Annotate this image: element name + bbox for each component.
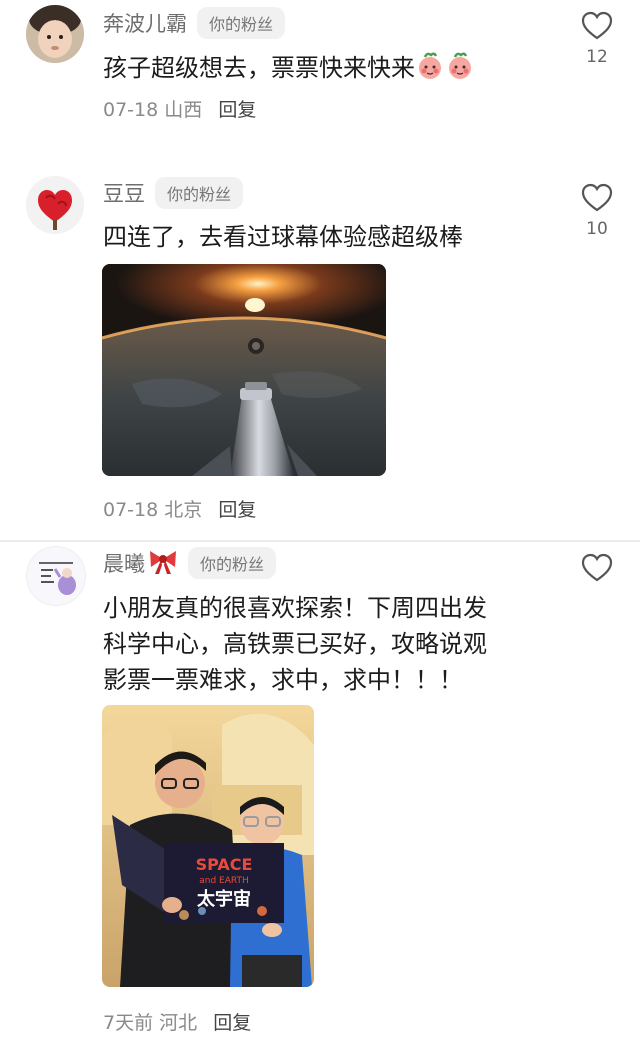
comment-text: 小朋友真的很喜欢探索！下周四出发 科学中心，高铁票已买好，攻略说观 影票一票难求… <box>103 590 487 698</box>
book-title: SPACE <box>196 855 253 874</box>
username[interactable]: 奔波儿霸 <box>103 8 187 38</box>
avatar[interactable] <box>26 5 84 63</box>
like-count: 10 <box>586 219 608 239</box>
reply-button[interactable]: 回复 <box>218 499 256 521</box>
heart-icon <box>581 553 613 582</box>
peach-face-emoji <box>415 52 445 90</box>
comment-text-line: 影票一票难求，求中，求中！！！ <box>103 666 463 694</box>
red-bow-emoji <box>148 547 178 579</box>
comment-date: 7天前 <box>103 1012 154 1034</box>
avatar[interactable] <box>26 176 84 234</box>
peach-face-emoji <box>445 52 475 90</box>
fan-badge: 你的粉丝 <box>155 177 244 209</box>
comment-date: 07-18 <box>103 499 159 521</box>
comment-date: 07-18 <box>103 99 159 121</box>
comment-text-line: 小朋友真的很喜欢探索！下周四出发 <box>103 594 487 622</box>
username[interactable]: 晨曦 <box>103 548 145 578</box>
divider <box>0 540 640 542</box>
comment-location: 河北 <box>159 1012 198 1034</box>
heart-icon <box>581 11 613 40</box>
comment-location: 山西 <box>164 99 203 121</box>
comment-text: 四连了，去看过球幕体验感超级棒 <box>103 223 463 251</box>
comment-meta: 07-18 北京 回复 <box>103 495 256 522</box>
comment-text: 孩子超级想去，票票快来快来 <box>103 54 415 82</box>
comment-1: 奔波儿霸 你的粉丝 孩子超级想去，票票快来快来 07-18 山西 回复 12 <box>0 0 640 150</box>
reply-button[interactable]: 回复 <box>218 99 256 121</box>
comment-meta: 07-18 山西 回复 <box>103 95 256 122</box>
book-cn-title: 太宇宙 <box>197 888 251 910</box>
comment-meta: 7天前 河北 回复 <box>103 1008 251 1035</box>
reply-button[interactable]: 回复 <box>213 1012 251 1034</box>
book-subtitle: and EARTH <box>199 876 249 886</box>
like-count: 12 <box>586 47 608 67</box>
fan-badge: 你的粉丝 <box>188 547 277 579</box>
father-son-reading-space-book-photo[interactable]: SPACE and EARTH 太宇宙 <box>102 705 314 987</box>
comment-text-row: 孩子超级想去，票票快来快来 <box>103 50 475 90</box>
like-button[interactable] <box>580 553 614 583</box>
avatar[interactable] <box>26 546 86 606</box>
comment-location: 北京 <box>164 499 203 521</box>
space-earth-rocket-photo[interactable] <box>102 264 386 476</box>
like-button[interactable]: 12 <box>580 11 614 67</box>
username[interactable]: 豆豆 <box>103 178 145 208</box>
heart-icon <box>581 183 613 212</box>
like-button[interactable]: 10 <box>580 183 614 239</box>
fan-badge: 你的粉丝 <box>197 7 286 39</box>
comment-text-line: 科学中心，高铁票已买好，攻略说观 <box>103 630 487 658</box>
